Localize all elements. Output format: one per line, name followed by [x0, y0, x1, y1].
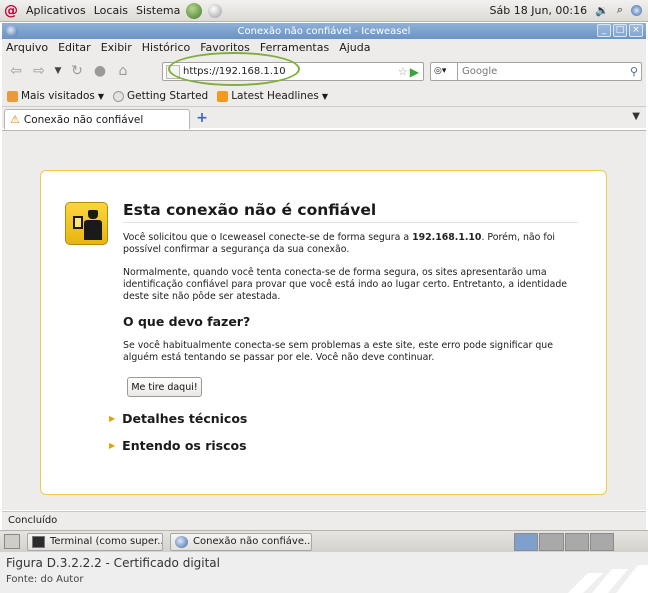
menubar: Arquivo Editar Exibir Histórico Favorito…	[2, 39, 646, 56]
understand-risks-expander[interactable]: ▶ Entendo os riscos	[109, 438, 247, 453]
folder-icon	[7, 90, 18, 102]
menu-favoritos[interactable]: Favoritos	[200, 41, 250, 54]
workspace-switcher[interactable]	[514, 533, 614, 551]
bookmark-latest-headlines[interactable]: Latest Headlines ▼	[217, 90, 328, 102]
expander-label: Detalhes técnicos	[122, 411, 248, 426]
bookmark-label: Latest Headlines	[231, 90, 319, 102]
url-bar[interactable]: https://192.168.1.10 ☆ ▶	[162, 62, 424, 81]
browser-chrome: Arquivo Editar Exibir Histórico Favorito…	[2, 39, 646, 129]
expander-arrow-icon: ▶	[109, 441, 116, 450]
error-explanation: Normalmente, quando você tenta conecta-s…	[123, 267, 568, 302]
search-engine-selector[interactable]: ◎▾	[430, 62, 458, 81]
chevron-down-icon: ▼	[97, 91, 105, 101]
menu-places[interactable]: Locais	[94, 4, 128, 17]
menu-system[interactable]: Sistema	[136, 4, 180, 17]
bookmark-label: Getting Started	[127, 90, 209, 102]
rss-feed-icon	[217, 90, 229, 102]
menu-ajuda[interactable]: Ajuda	[339, 41, 370, 54]
iceweasel-app-icon[interactable]	[6, 25, 18, 37]
magnifier-icon[interactable]: ⚲	[630, 65, 638, 78]
search-input[interactable]	[458, 66, 630, 77]
divider	[123, 222, 578, 223]
debian-logo-icon[interactable]: @	[4, 4, 18, 18]
bookmark-most-visited[interactable]: Mais visitados ▼	[7, 90, 104, 102]
get-me-out-button[interactable]: Me tire daqui!	[127, 377, 202, 397]
warning-icon: ⚠	[10, 113, 20, 126]
menu-arquivo[interactable]: Arquivo	[6, 41, 48, 54]
what-to-do-heading: O que devo fazer?	[123, 314, 251, 329]
tab-untrusted-connection[interactable]: ⚠ Conexão não confiável	[4, 109, 190, 129]
caption-title: Figura D.3.2.2.2 - Certificado digital	[6, 556, 220, 570]
error-description: Você solicitou que o Iceweasel conecte-s…	[123, 232, 556, 255]
search-bar[interactable]: ⚲	[457, 62, 642, 81]
workspace-2[interactable]	[539, 533, 564, 551]
window-title: Conexão não confiável - Iceweasel	[237, 25, 411, 37]
navigation-toolbar: ⇦ ⇨ ▼ ↻ ● ⌂ https://192.168.1.10 ☆ ▶ ◎▾ …	[2, 52, 646, 86]
url-text[interactable]: https://192.168.1.10	[183, 66, 398, 77]
close-button[interactable]: ×	[629, 24, 643, 37]
task-label: Conexão não confiáve...	[193, 536, 312, 547]
menu-historico[interactable]: Histórico	[142, 41, 190, 54]
tab-label: Conexão não confiável	[23, 113, 144, 126]
tab-list-chevron-icon[interactable]: ▼	[632, 111, 640, 122]
window-titlebar[interactable]: Conexão não confiável - Iceweasel _ □ ×	[2, 23, 646, 39]
terminal-icon	[32, 536, 45, 548]
back-arrow-icon[interactable]: ⇦	[6, 61, 26, 81]
figure-caption: Figura D.3.2.2.2 - Certificado digital F…	[0, 552, 648, 593]
error-panel: Esta conexão não é confiável Você solici…	[40, 170, 607, 495]
chevron-down-icon: ▼	[321, 91, 329, 101]
forward-arrow-icon[interactable]: ⇨	[29, 61, 49, 81]
status-text: Concluído	[8, 515, 58, 526]
host-name: 192.168.1.10	[412, 232, 482, 243]
task-label: Terminal (como super...	[50, 536, 163, 547]
workspace-1[interactable]	[514, 533, 539, 551]
stop-icon[interactable]: ●	[90, 61, 110, 81]
show-desktop-icon[interactable]	[4, 534, 20, 549]
minimize-button[interactable]: _	[597, 24, 611, 37]
new-tab-icon[interactable]: +	[195, 111, 209, 125]
police-officer-icon	[65, 202, 108, 245]
menu-editar[interactable]: Editar	[58, 41, 91, 54]
top-panel: @ Aplicativos Locais Sistema Sáb 18 Jun,…	[0, 0, 648, 22]
bookmark-getting-started[interactable]: Getting Started	[113, 90, 208, 102]
reload-icon[interactable]: ↻	[67, 61, 87, 81]
clock[interactable]: Sáb 18 Jun, 00:16	[490, 4, 588, 17]
search-icon[interactable]: ⌕	[617, 3, 623, 17]
error-title: Esta conexão não é confiável	[123, 201, 377, 219]
site-identity-icon[interactable]	[166, 64, 180, 79]
history-dropdown-icon[interactable]: ▼	[52, 61, 64, 81]
menu-exibir[interactable]: Exibir	[101, 41, 132, 54]
maximize-button[interactable]: □	[613, 24, 627, 37]
go-arrow-icon[interactable]: ▶	[410, 65, 419, 79]
page-icon	[113, 90, 125, 102]
what-to-do-text: Se você habitualmente conecta-se sem pro…	[123, 340, 553, 363]
taskbar-browser[interactable]: Conexão não confiáve...	[170, 533, 312, 551]
home-icon[interactable]: ⌂	[113, 61, 133, 81]
menu-applications[interactable]: Aplicativos	[26, 4, 86, 17]
search-engine-icon: ◎▾	[434, 66, 447, 76]
network-launcher-icon[interactable]	[208, 3, 223, 18]
network-status-icon[interactable]	[631, 4, 642, 16]
bookmark-star-icon[interactable]: ☆	[398, 65, 408, 78]
technical-details-expander[interactable]: ▶ Detalhes técnicos	[109, 411, 247, 426]
volume-icon[interactable]: 🔉	[595, 4, 609, 17]
expander-arrow-icon: ▶	[109, 414, 116, 423]
bookmark-label: Mais visitados	[21, 90, 95, 102]
status-bar: Concluído	[2, 511, 646, 530]
bottom-panel: Terminal (como super... Conexão não conf…	[0, 530, 648, 552]
bookmarks-toolbar: Mais visitados ▼ Getting Started Latest …	[2, 86, 646, 106]
decorative-swoosh	[568, 565, 648, 593]
menu-ferramentas[interactable]: Ferramentas	[260, 41, 329, 54]
expander-label: Entendo os riscos	[122, 438, 247, 453]
iceweasel-icon	[175, 536, 188, 548]
page-content: Esta conexão não é confiável Você solici…	[2, 130, 646, 510]
workspace-3[interactable]	[564, 533, 589, 551]
caption-source: Fonte: do Autor	[6, 574, 84, 585]
workspace-4[interactable]	[589, 533, 614, 551]
taskbar-terminal[interactable]: Terminal (como super...	[27, 533, 163, 551]
tab-strip: ⚠ Conexão não confiável + ▼	[2, 106, 646, 129]
globe-launcher-icon[interactable]	[186, 2, 203, 19]
